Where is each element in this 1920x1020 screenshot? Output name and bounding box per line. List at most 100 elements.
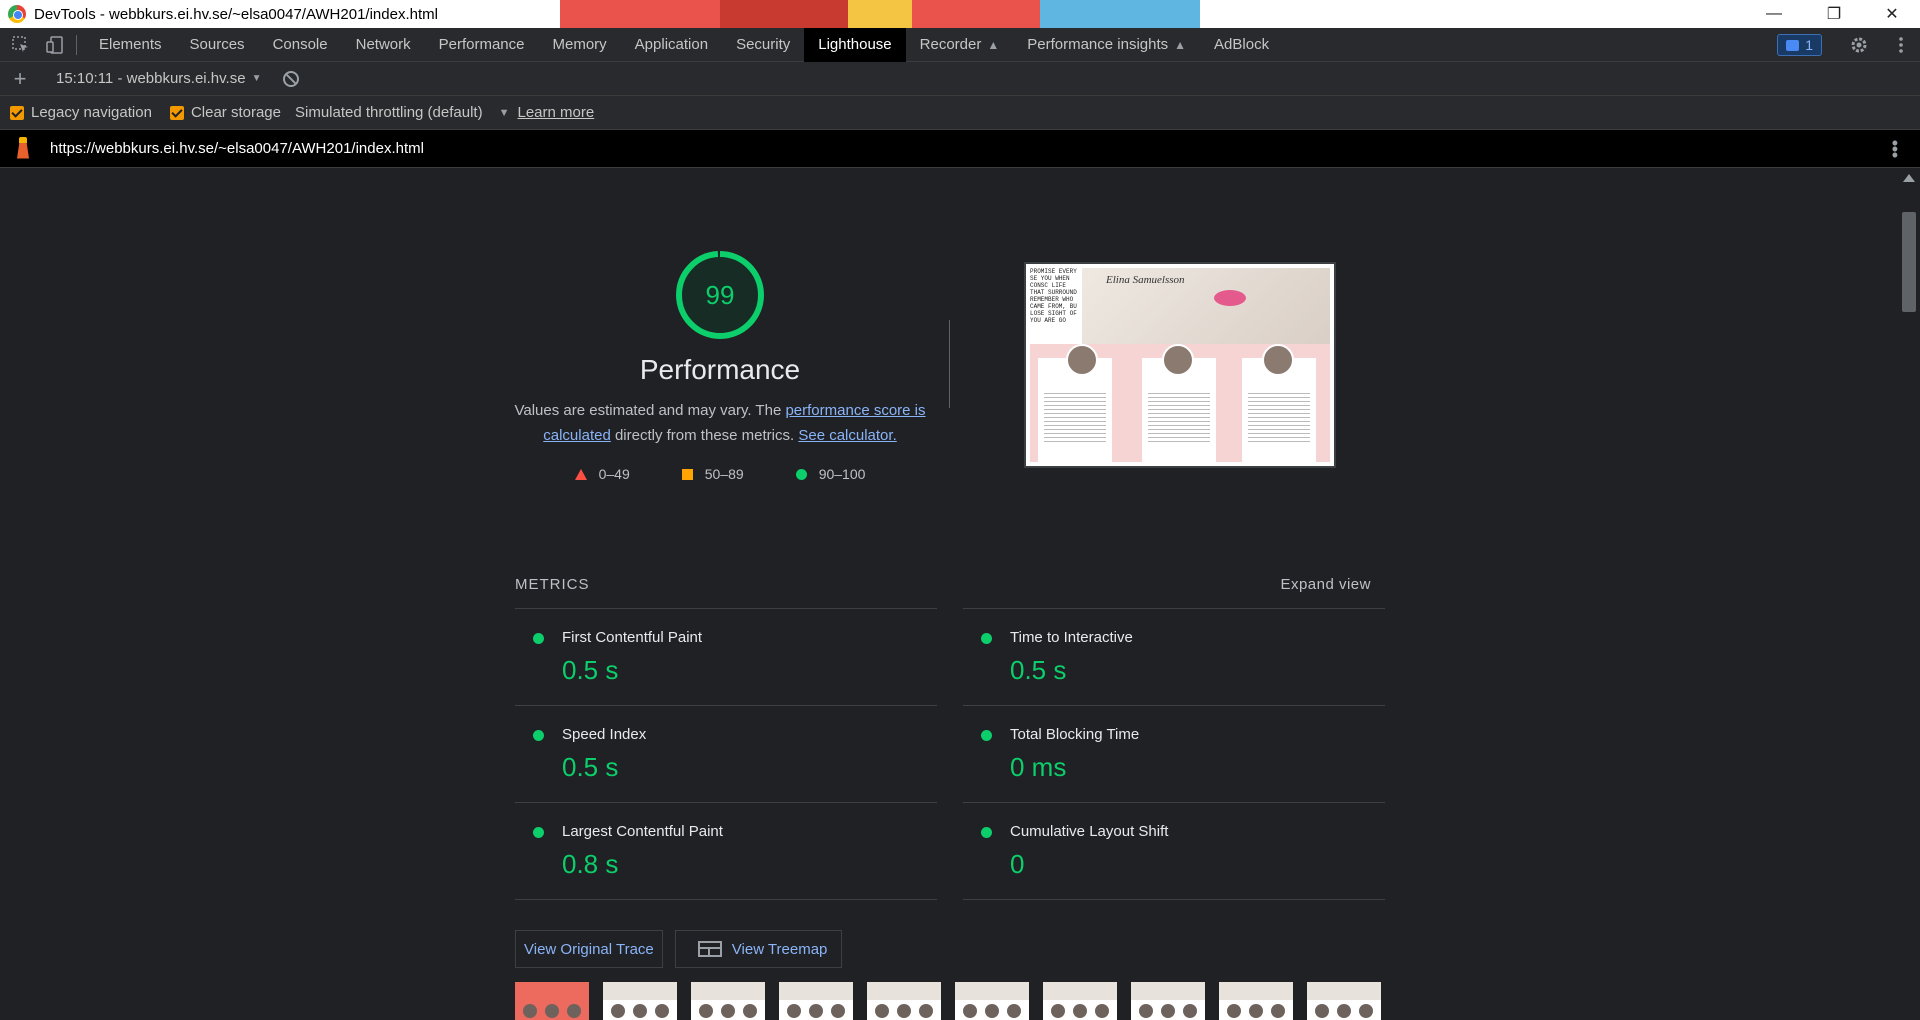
- metric-value: 0.5 s: [1010, 655, 1067, 685]
- filmstrip-frame: [867, 982, 941, 1020]
- avatar: [1162, 344, 1194, 376]
- metrics-header: METRICS Expand view: [515, 572, 1385, 596]
- filmstrip: [515, 982, 1381, 1020]
- score-legend: 0–49 50–89 90–100: [500, 466, 940, 482]
- checkbox-checked-icon[interactable]: [10, 105, 24, 120]
- avatar: [1066, 344, 1098, 376]
- desc-text: Values are estimated and may vary. The: [514, 402, 786, 419]
- filmstrip-frame: [1043, 982, 1117, 1020]
- expand-view-toggle[interactable]: Expand view: [1280, 576, 1371, 593]
- more-options-icon[interactable]: [1888, 32, 1914, 58]
- message-icon: [1786, 39, 1800, 51]
- final-screenshot[interactable]: PROMISE EVERY SE YOU WHEN CONSC LIFE THA…: [1024, 262, 1336, 468]
- checkbox-checked-icon[interactable]: [169, 105, 184, 120]
- tab-lighthouse[interactable]: Lighthouse: [804, 27, 906, 62]
- button-label: View Treemap: [731, 940, 828, 958]
- restore-button[interactable]: ❐: [1806, 0, 1862, 28]
- clear-storage-checkbox[interactable]: Clear storage: [169, 104, 281, 121]
- lighthouse-settings-bar: Legacy navigation Clear storage Simulate…: [0, 96, 1920, 130]
- metric-name: Speed Index: [562, 726, 647, 743]
- tab-network[interactable]: Network: [342, 28, 425, 62]
- page-banner-strip: [560, 0, 1200, 28]
- clear-reports-icon[interactable]: [283, 70, 300, 87]
- legend-fail: 0–49: [574, 466, 630, 482]
- tab-sources[interactable]: Sources: [176, 28, 259, 62]
- metric-value: 0 ms: [1010, 752, 1067, 782]
- gauge-title: Performance: [639, 354, 801, 385]
- see-calculator-link[interactable]: See calculator.: [798, 427, 896, 444]
- scrollbar-thumb[interactable]: [1902, 212, 1916, 312]
- pass-circle-icon: [981, 827, 992, 838]
- tab-label: Lighthouse: [818, 36, 892, 53]
- filmstrip-frame: [1307, 982, 1381, 1020]
- filmstrip-frame: [691, 982, 765, 1020]
- metric-speed-index: Speed Index 0.5 s: [515, 705, 937, 802]
- gear-icon[interactable]: [1846, 32, 1872, 58]
- tab-label: Memory: [552, 36, 607, 53]
- report-select[interactable]: 15:10:11 - webbkurs.ei.hv.se ▼: [56, 70, 261, 87]
- metric-value: 0.5 s: [562, 655, 619, 685]
- pass-circle-icon: [533, 633, 544, 644]
- legacy-navigation-checkbox[interactable]: Legacy navigation: [10, 104, 152, 121]
- experiment-flask-icon: ▲: [987, 37, 1000, 52]
- metric-largest-contentful-paint: Largest Contentful Paint 0.8 s: [515, 802, 937, 899]
- close-button[interactable]: ✕: [1864, 0, 1920, 28]
- tab-performance-insights[interactable]: Performance insights ▲: [1013, 28, 1200, 62]
- report-menu-icon[interactable]: • • •: [1892, 134, 1898, 164]
- metric-cumulative-layout-shift: Cumulative Layout Shift 0: [963, 802, 1385, 899]
- metric-value: 0.5 s: [562, 752, 619, 782]
- tab-label: Performance: [438, 36, 525, 53]
- minimize-button[interactable]: —: [1746, 0, 1802, 28]
- filmstrip-frame: [603, 982, 677, 1020]
- inspect-element-icon[interactable]: [8, 32, 34, 58]
- tab-label: Security: [736, 36, 791, 53]
- avatar: [1262, 344, 1294, 376]
- legend-range: 0–49: [598, 466, 630, 482]
- throttling-dropdown-icon[interactable]: ▼: [499, 107, 510, 119]
- tab-application[interactable]: Application: [621, 28, 722, 62]
- metric-name: Time to Interactive: [1010, 629, 1133, 646]
- triangle-icon: [574, 468, 587, 480]
- pass-circle-icon: [981, 730, 992, 741]
- report-select-value: 15:10:11 - webbkurs.ei.hv.se: [56, 70, 246, 87]
- pass-circle-icon: [533, 730, 544, 741]
- metric-name: Cumulative Layout Shift: [1010, 823, 1169, 840]
- tab-elements[interactable]: Elements: [85, 28, 176, 62]
- circle-icon: [795, 468, 807, 480]
- tab-memory[interactable]: Memory: [539, 28, 621, 62]
- chrome-logo-icon: [8, 5, 26, 23]
- scroll-up-arrow-icon[interactable]: [1903, 174, 1915, 182]
- tab-label: Elements: [99, 36, 162, 53]
- tab-performance[interactable]: Performance: [425, 28, 539, 62]
- filmstrip-frame: [1131, 982, 1205, 1020]
- devtools-tabbar: Elements Sources Console Network Perform…: [0, 27, 1920, 62]
- screenshot-brand: Elina Samuelsson: [1106, 274, 1185, 286]
- metric-name: First Contentful Paint: [562, 629, 703, 646]
- window-title: DevTools - webbkurs.ei.hv.se/~elsa0047/A…: [34, 5, 438, 23]
- flowers-image: [1214, 290, 1246, 306]
- view-treemap-button[interactable]: View Treemap: [674, 930, 843, 968]
- report-url[interactable]: https://webbkurs.ei.hv.se/~elsa0047/AWH2…: [50, 140, 424, 157]
- issues-badge[interactable]: 1: [1777, 34, 1822, 56]
- metric-value: 0: [1010, 849, 1025, 879]
- tab-label: Sources: [189, 36, 245, 53]
- tab-console[interactable]: Console: [259, 28, 342, 62]
- tabbar-right-controls: 1: [1777, 28, 1920, 62]
- view-original-trace-button[interactable]: View Original Trace: [515, 930, 663, 968]
- score-description: Values are estimated and may vary. The p…: [500, 398, 940, 448]
- device-toolbar-icon[interactable]: [42, 32, 68, 58]
- tab-security[interactable]: Security: [722, 28, 804, 62]
- square-icon: [681, 468, 693, 480]
- tab-label: Application: [634, 36, 709, 53]
- checkbox-label: Legacy navigation: [31, 104, 152, 121]
- performance-gauge[interactable]: 99: [675, 250, 765, 340]
- treemap-icon: [697, 941, 722, 957]
- tab-adblock[interactable]: AdBlock: [1200, 28, 1283, 62]
- learn-more-link[interactable]: Learn more: [517, 104, 594, 121]
- report-scrollbar[interactable]: [1898, 168, 1920, 1020]
- header-divider: [949, 320, 950, 408]
- new-report-button[interactable]: +: [0, 66, 40, 92]
- report-buttons: View Original Trace View Treemap: [515, 930, 843, 968]
- tab-recorder[interactable]: Recorder ▲: [906, 28, 1014, 62]
- checkbox-label: Clear storage: [190, 104, 281, 121]
